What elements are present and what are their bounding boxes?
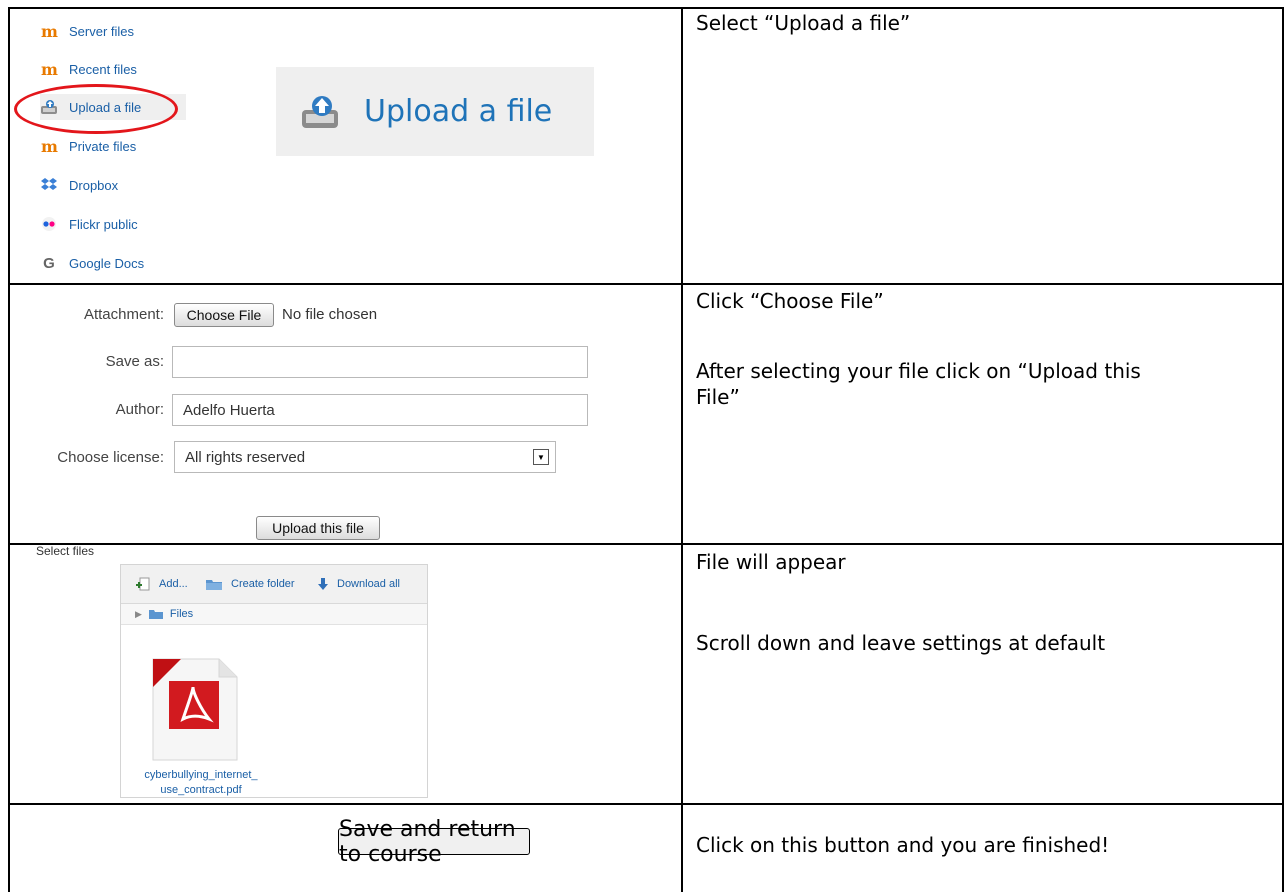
- save-as-label: Save as:: [105, 353, 164, 370]
- create-folder-label: Create folder: [231, 578, 295, 590]
- upload-file-banner-label: Upload a file: [364, 94, 553, 129]
- save-as-input[interactable]: [172, 346, 588, 378]
- repo-item-google-docs[interactable]: G Google Docs: [40, 250, 186, 276]
- add-file-icon: [135, 577, 151, 591]
- download-all-label: Download all: [337, 578, 400, 590]
- download-icon: [317, 577, 329, 591]
- dropdown-arrow-icon[interactable]: ▼: [533, 449, 549, 465]
- highlight-circle: [14, 84, 178, 134]
- author-input[interactable]: Adelfo Huerta: [172, 394, 588, 426]
- flickr-icon: [40, 215, 58, 233]
- create-folder-button[interactable]: Create folder: [205, 577, 295, 591]
- moodle-icon: m: [41, 59, 58, 79]
- instruction-step-3-line-2: Scroll down and leave settings at defaul…: [696, 631, 1106, 655]
- repo-item-label: Recent files: [69, 61, 137, 77]
- repo-item-private-files[interactable]: m Private files: [40, 133, 186, 159]
- add-file-label: Add...: [159, 578, 188, 590]
- repo-item-label: Dropbox: [69, 177, 119, 193]
- instruction-step-3-line-1: File will appear: [696, 550, 846, 574]
- repo-item-label: Flickr public: [69, 216, 138, 232]
- folder-icon: [205, 577, 223, 591]
- download-all-button[interactable]: Download all: [317, 577, 400, 591]
- pdf-file-icon[interactable]: [147, 657, 239, 762]
- google-icon: G: [43, 254, 55, 272]
- table-border-top: [8, 7, 1284, 9]
- path-label: Files: [169, 608, 194, 620]
- license-select-value: All rights reserved: [185, 448, 306, 466]
- instruction-step-2-line-1: Click “Choose File”: [696, 289, 884, 313]
- license-select[interactable]: All rights reserved ▼: [174, 441, 556, 473]
- repo-item-recent-files[interactable]: m Recent files: [40, 56, 186, 82]
- repo-item-dropbox[interactable]: Dropbox: [40, 172, 186, 198]
- file-manager-path[interactable]: ▶ Files: [121, 604, 427, 625]
- repo-item-flickr-public[interactable]: Flickr public: [40, 211, 186, 237]
- instruction-table: m Server files m Recent files Upload a f…: [0, 0, 1284, 892]
- moodle-icon: m: [41, 136, 58, 156]
- repo-item-server-files[interactable]: m Server files: [40, 18, 186, 44]
- attachment-label: Attachment:: [83, 306, 164, 323]
- save-and-return-button[interactable]: Save and return to course: [338, 817, 530, 867]
- expand-arrow-icon[interactable]: ▶: [135, 609, 142, 620]
- file-manager-toolbar: Add... Create folder Download all: [121, 565, 427, 604]
- file-name[interactable]: cyberbullying_internet_ use_contract.pdf: [121, 768, 281, 798]
- choose-file-button[interactable]: Choose File: [174, 303, 274, 327]
- instruction-step-2-line-3: File”: [696, 385, 740, 409]
- file-manager: Add... Create folder Download all ▶ File…: [120, 564, 428, 798]
- author-label: Author:: [115, 401, 164, 418]
- no-file-chosen-text: No file chosen: [282, 306, 378, 323]
- instruction-step-4: Click on this button and you are finishe…: [696, 833, 1110, 857]
- moodle-icon: m: [41, 21, 58, 41]
- row-divider-2: [8, 543, 1284, 545]
- row-divider-1: [8, 283, 1284, 285]
- license-label: Choose license:: [57, 449, 164, 466]
- select-files-label: Select files: [36, 544, 95, 558]
- file-name-line-1: cyberbullying_internet_: [144, 769, 258, 781]
- instruction-step-1: Select “Upload a file”: [696, 11, 911, 35]
- column-divider: [681, 7, 683, 892]
- add-file-button[interactable]: Add...: [135, 577, 188, 591]
- upload-this-file-button[interactable]: Upload this file: [256, 516, 380, 540]
- row-divider-3: [8, 803, 1284, 805]
- dropbox-icon: [40, 176, 58, 194]
- repo-item-label: Server files: [69, 23, 135, 39]
- upload-file-banner: Upload a file: [276, 67, 594, 156]
- folder-icon: [148, 608, 164, 620]
- file-name-line-2: use_contract.pdf: [160, 784, 242, 796]
- upload-icon: [300, 94, 340, 130]
- repo-item-label: Google Docs: [69, 255, 145, 271]
- instruction-step-2-line-2: After selecting your file click on “Uplo…: [696, 359, 1141, 383]
- repo-item-label: Private files: [69, 138, 137, 154]
